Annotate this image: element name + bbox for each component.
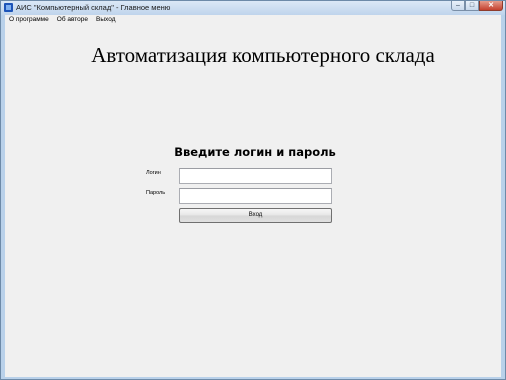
- menu-item-about-program[interactable]: О программе: [5, 15, 53, 25]
- main-window: АИС "Компьютерный склад" - Главное меню …: [0, 0, 506, 380]
- menu-item-about-author[interactable]: Об авторе: [53, 15, 92, 25]
- client-area: Автоматизация компьютерного склада Введи…: [5, 25, 501, 377]
- title-bar[interactable]: АИС "Компьютерный склад" - Главное меню …: [1, 1, 505, 15]
- menu-bar: О программе Об авторе Выход: [5, 15, 501, 25]
- password-input[interactable]: [179, 188, 332, 204]
- login-button[interactable]: Вход: [179, 208, 332, 223]
- minimize-button[interactable]: –: [451, 1, 465, 11]
- maximize-button[interactable]: □: [465, 1, 479, 11]
- window-title: АИС "Компьютерный склад" - Главное меню: [16, 3, 171, 12]
- login-input[interactable]: [179, 168, 332, 184]
- page-title: Автоматизация компьютерного склада: [91, 43, 435, 67]
- password-label: Пароль: [146, 190, 166, 196]
- login-form-heading: Введите логин и пароль: [174, 145, 336, 159]
- close-button[interactable]: ✕: [479, 1, 503, 11]
- app-icon[interactable]: [4, 3, 13, 12]
- login-label: Логин: [146, 170, 161, 176]
- menu-item-exit[interactable]: Выход: [92, 15, 119, 25]
